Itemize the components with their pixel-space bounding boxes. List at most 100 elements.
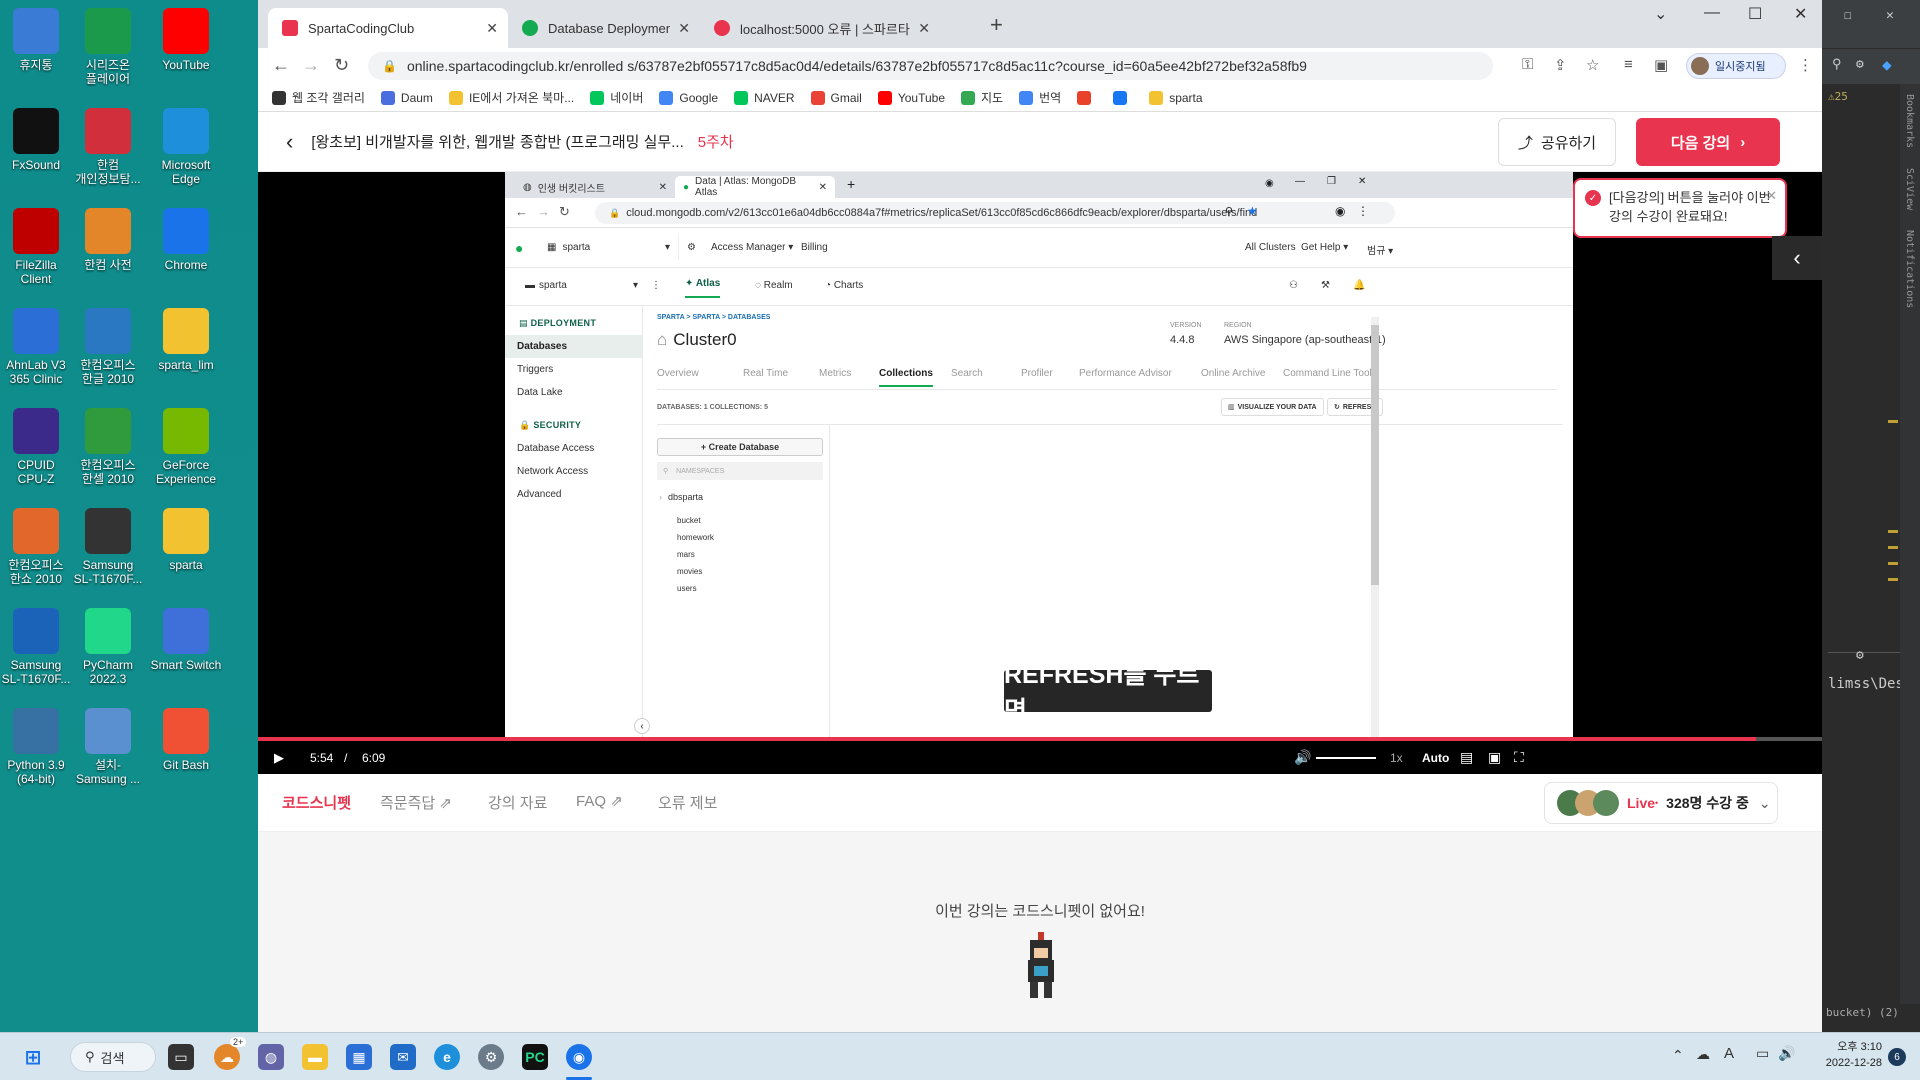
- video-player[interactable]: ◍ 인생 버킷리스트 ✕ ● Data | Atlas: MongoDB Atlas ✕…: [258, 172, 1822, 774]
- star-icon[interactable]: ☆: [1586, 56, 1599, 74]
- notification-badge[interactable]: 6: [1888, 1048, 1906, 1066]
- desktop-icon[interactable]: 한컴오피스 한셀 2010: [68, 408, 148, 486]
- pip-icon[interactable]: ▣: [1488, 749, 1501, 766]
- desktop-icon[interactable]: 한컴오피스 한쇼 2010: [0, 508, 76, 586]
- desktop-icon[interactable]: Microsoft Edge: [146, 108, 226, 186]
- desktop-icon[interactable]: 한컴오피스 한글 2010: [68, 308, 148, 386]
- file-explorer-icon[interactable]: ▬: [302, 1044, 328, 1070]
- back-icon[interactable]: ←: [272, 55, 290, 76]
- desktop-icon[interactable]: FileZilla Client: [0, 208, 76, 286]
- back-arrow-icon[interactable]: ‹: [286, 129, 293, 155]
- maximize-icon[interactable]: ☐: [1748, 4, 1762, 24]
- onedrive-icon[interactable]: ☁: [1696, 1046, 1710, 1063]
- desktop-icon[interactable]: sparta: [146, 508, 226, 572]
- share-icon[interactable]: ⇪: [1554, 56, 1567, 74]
- edge-icon[interactable]: e: [434, 1044, 460, 1070]
- desktop-icon[interactable]: CPUID CPU-Z: [0, 408, 76, 486]
- teams-chat-icon[interactable]: ◍: [258, 1044, 284, 1070]
- store-icon[interactable]: ▦: [346, 1044, 372, 1070]
- windows-start-icon[interactable]: ⊞: [20, 1044, 46, 1070]
- desktop-icon[interactable]: Samsung SL-T1670F...: [68, 508, 148, 586]
- widgets-icon[interactable]: ☁: [214, 1044, 240, 1070]
- quality-button[interactable]: Auto: [1422, 751, 1449, 765]
- desktop-icon[interactable]: Python 3.9 (64-bit): [0, 708, 76, 786]
- close-window-icon[interactable]: ✕: [1886, 8, 1894, 23]
- desktop-icon[interactable]: 설치- Samsung ...: [68, 708, 148, 786]
- reload-icon[interactable]: ↻: [334, 55, 349, 76]
- chevron-down-icon[interactable]: ⌄: [1654, 4, 1667, 24]
- desktop-icon[interactable]: FxSound: [0, 108, 76, 172]
- close-window-icon[interactable]: ✕: [1794, 4, 1807, 24]
- desktop-icon[interactable]: Git Bash: [146, 708, 226, 772]
- bookmark-item[interactable]: [1077, 90, 1097, 105]
- taskbar-search[interactable]: ⚲ 검색: [70, 1042, 156, 1072]
- new-tab-icon[interactable]: +: [990, 12, 1003, 38]
- clock[interactable]: 오후 3:10 2022-12-28: [1806, 1039, 1882, 1071]
- bookmark-item[interactable]: Gmail: [810, 90, 862, 105]
- bookmark-item[interactable]: NAVER: [734, 90, 795, 105]
- desktop-icon[interactable]: 시리즈온 플레이어: [68, 8, 148, 86]
- tab-spartacodingclub[interactable]: SpartaCodingClub ✕: [268, 8, 508, 48]
- jetbrains-icon[interactable]: ◆: [1882, 55, 1892, 74]
- tab-code-snippet[interactable]: 코드스니펫: [282, 792, 352, 835]
- ime-icon[interactable]: A: [1724, 1045, 1734, 1062]
- volume-slider[interactable]: [1316, 757, 1376, 759]
- bookmark-item[interactable]: 웹 조각 갤러리: [272, 89, 365, 106]
- task-view-icon[interactable]: ▭: [168, 1044, 194, 1070]
- chrome-icon[interactable]: ◉: [566, 1044, 592, 1070]
- bookmark-item[interactable]: 지도: [961, 89, 1003, 106]
- desktop-icon[interactable]: sparta_lim: [146, 308, 226, 372]
- desktop-icon[interactable]: Smart Switch: [146, 608, 226, 672]
- desktop-icon[interactable]: 한컴 사전: [68, 208, 148, 272]
- desktop-icon[interactable]: Samsung SL-T1670F...: [0, 608, 76, 686]
- sidepanel-icon[interactable]: ▣: [1654, 56, 1668, 74]
- video-frame[interactable]: ◍ 인생 버킷리스트 ✕ ● Data | Atlas: MongoDB Atlas ✕…: [505, 172, 1573, 738]
- maximize-icon[interactable]: ☐: [1844, 8, 1852, 23]
- tab-faq[interactable]: FAQ ⇗: [576, 792, 623, 810]
- chevron-up-icon[interactable]: ⌃: [1672, 1047, 1684, 1064]
- bookmark-item[interactable]: sparta: [1149, 90, 1203, 105]
- captions-icon[interactable]: ▤: [1460, 749, 1473, 766]
- bookmark-item[interactable]: 네이버: [590, 89, 643, 106]
- bookmark-item[interactable]: Google: [659, 90, 718, 105]
- desktop-icon[interactable]: AhnLab V3 365 Clinic: [0, 308, 76, 386]
- forward-icon[interactable]: →: [302, 55, 320, 76]
- share-button[interactable]: ⤴ 공유하기: [1498, 118, 1616, 166]
- play-icon[interactable]: ▶: [274, 750, 284, 766]
- address-bar[interactable]: 🔒 online.spartacodingclub.kr/enrolled s/…: [368, 52, 1493, 80]
- search-icon[interactable]: ⚲: [1832, 57, 1842, 72]
- network-icon[interactable]: ▭: [1756, 1045, 1769, 1062]
- volume-icon[interactable]: 🔊: [1294, 749, 1311, 766]
- mail-icon[interactable]: ✉: [390, 1044, 416, 1070]
- close-icon[interactable]: ✕: [1766, 186, 1777, 205]
- desktop-icon[interactable]: PyCharm 2022.3: [68, 608, 148, 686]
- tab-database-deployments[interactable]: Database Deployments | Cloud ✕: [508, 8, 700, 48]
- warnings-indicator[interactable]: ⚠25: [1828, 90, 1848, 103]
- bookmark-item[interactable]: IE에서 가져온 북마...: [448, 89, 574, 106]
- bookmark-item[interactable]: [1113, 90, 1133, 105]
- close-icon[interactable]: ✕: [486, 20, 498, 37]
- speed-button[interactable]: 1x: [1390, 751, 1403, 765]
- key-icon[interactable]: ⚿: [1522, 56, 1533, 73]
- desktop-icon[interactable]: GeForce Experience: [146, 408, 226, 486]
- bookmark-item[interactable]: YouTube: [877, 90, 945, 105]
- kebab-menu-icon[interactable]: ⋮: [1798, 56, 1813, 74]
- profile-button[interactable]: 일시중지됨: [1686, 53, 1786, 79]
- tab-qna[interactable]: 즉문즉답 ⇗: [380, 792, 452, 813]
- live-viewers[interactable]: Live • 328명 수강 중 ⌄: [1544, 782, 1778, 824]
- fullscreen-icon[interactable]: ⛶: [1514, 749, 1524, 766]
- volume-icon[interactable]: 🔊: [1778, 1045, 1795, 1062]
- notifications-tool[interactable]: Notifications: [1904, 230, 1915, 308]
- tab-localhost[interactable]: localhost:5000 오류 | 스파르타 ✕: [700, 8, 940, 48]
- gear-icon[interactable]: ⚙: [1856, 648, 1864, 663]
- bookmarks-tool[interactable]: Bookmarks: [1904, 94, 1915, 148]
- collapse-panel-button[interactable]: ‹: [1772, 236, 1822, 280]
- minimize-icon[interactable]: —: [1704, 4, 1720, 22]
- desktop-icon[interactable]: YouTube: [146, 8, 226, 72]
- bookmark-item[interactable]: 번역: [1019, 89, 1061, 106]
- tab-materials[interactable]: 강의 자료: [488, 792, 547, 813]
- close-icon[interactable]: ✕: [918, 20, 930, 37]
- gear-icon[interactable]: ⚙: [1856, 57, 1864, 72]
- sciview-tool[interactable]: SciView: [1904, 168, 1915, 210]
- tab-error-report[interactable]: 오류 제보: [658, 792, 717, 813]
